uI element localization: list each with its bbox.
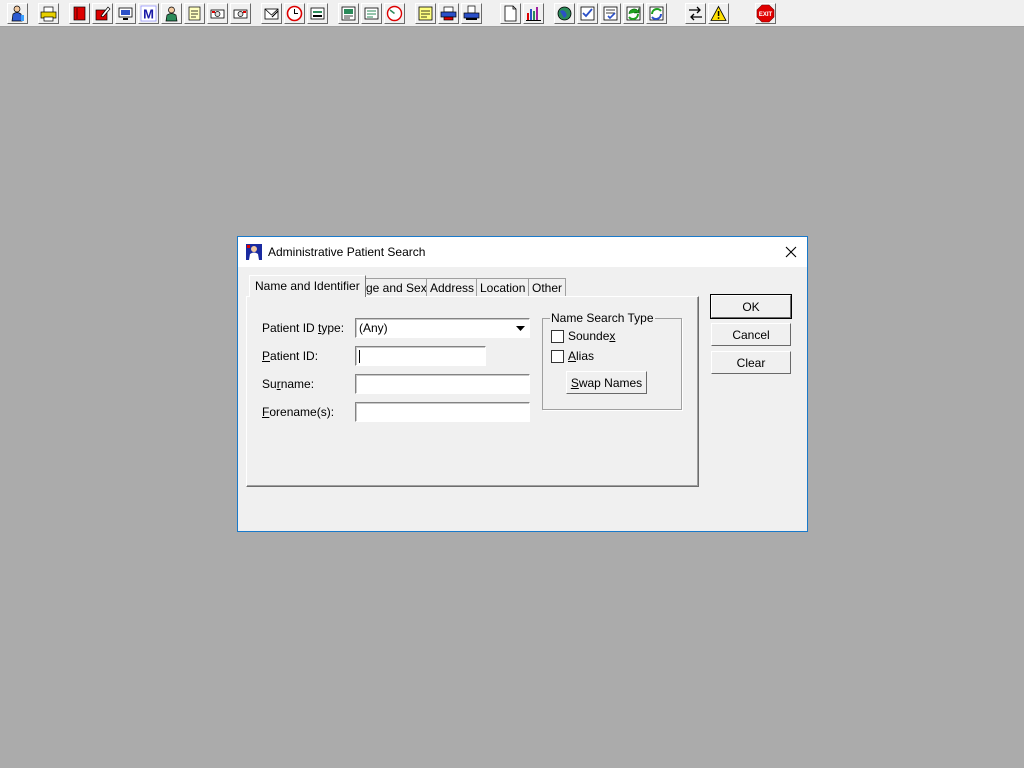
tab-label: Address [430,281,475,295]
exit-button[interactable]: EXIT [755,3,776,24]
alias-checkbox[interactable] [551,350,564,363]
patient-id-type-select[interactable]: (Any) [355,318,530,338]
soundex-checkbox[interactable] [551,330,564,343]
tab-label: Other [532,281,563,295]
edit-icon[interactable] [92,3,113,24]
printer2-icon[interactable] [438,3,459,24]
cancel-button[interactable]: Cancel [711,323,791,346]
refresh-green-icon[interactable] [623,3,644,24]
tab-label: Location [480,281,526,295]
refresh-green2-icon[interactable] [646,3,667,24]
form-icon[interactable] [361,3,382,24]
close-button[interactable] [775,237,807,267]
scanner-icon[interactable] [461,3,482,24]
swap-arrows-icon[interactable] [685,3,706,24]
group-title: Name Search Type [550,311,655,325]
name-search-type-group: Name Search Type Soundex Alias Swap Name… [542,311,682,410]
forenames-input[interactable] [355,402,530,422]
exit-label: EXIT [759,12,773,18]
sticky-note-icon[interactable] [415,3,436,24]
patient-id-type-label: Patient ID type: [262,321,345,335]
patient-id-type-value: (Any) [359,321,388,335]
document-icon[interactable] [500,3,521,24]
m-icon[interactable]: M [138,3,159,24]
notepad-icon[interactable] [184,3,205,24]
monitor-icon[interactable] [115,3,136,24]
dialog-title: Administrative Patient Search [268,245,426,259]
patient-icon[interactable] [7,3,28,24]
ok-button[interactable]: OK [710,294,792,319]
clear-button[interactable]: Clear [711,351,791,374]
tab-name-and-identifier[interactable]: Name and Identifier [249,275,366,297]
globe-icon[interactable] [554,3,575,24]
camera-icon[interactable] [207,3,228,24]
forenames-label: Forename(s): [262,405,335,419]
checklist2-icon[interactable] [600,3,621,24]
chart-doc-icon[interactable] [338,3,359,24]
gauge-icon[interactable] [384,3,405,24]
clock-icon[interactable] [284,3,305,24]
tray-icon[interactable] [307,3,328,24]
main-toolbar: M EXIT [0,0,1024,27]
alias-label[interactable]: Alias [568,349,594,363]
envelope-icon[interactable] [261,3,282,24]
warning-icon[interactable] [708,3,729,24]
close-icon [785,246,797,258]
book-icon[interactable] [69,3,90,24]
chevron-down-icon[interactable] [512,320,528,336]
soundex-label[interactable]: Soundex [568,329,615,343]
tab-other[interactable]: Other [528,278,567,296]
checklist-icon[interactable] [577,3,598,24]
doctor-icon[interactable] [161,3,182,24]
patient-id-label: Patient ID: [262,349,319,363]
camera2-icon[interactable] [230,3,251,24]
swap-names-button[interactable]: Swap Names [566,371,647,394]
bar-chart-icon[interactable] [523,3,544,24]
tab-label: Age and Sex [358,281,427,295]
print-icon[interactable] [38,3,59,24]
surname-label: Surname: [262,377,315,391]
tab-address[interactable]: Address [426,278,479,296]
patient-id-input[interactable] [355,346,486,366]
svg-text:M: M [143,7,154,22]
patient-search-dialog: Administrative Patient Search Name and I… [237,236,808,532]
tab-label: Name and Identifier [255,279,360,293]
exit-icon: EXIT [756,4,775,23]
app-icon [246,244,262,260]
surname-input[interactable] [355,374,530,394]
tab-location[interactable]: Location [476,278,530,296]
text-caret [359,350,360,364]
dialog-titlebar[interactable]: Administrative Patient Search [238,237,807,267]
